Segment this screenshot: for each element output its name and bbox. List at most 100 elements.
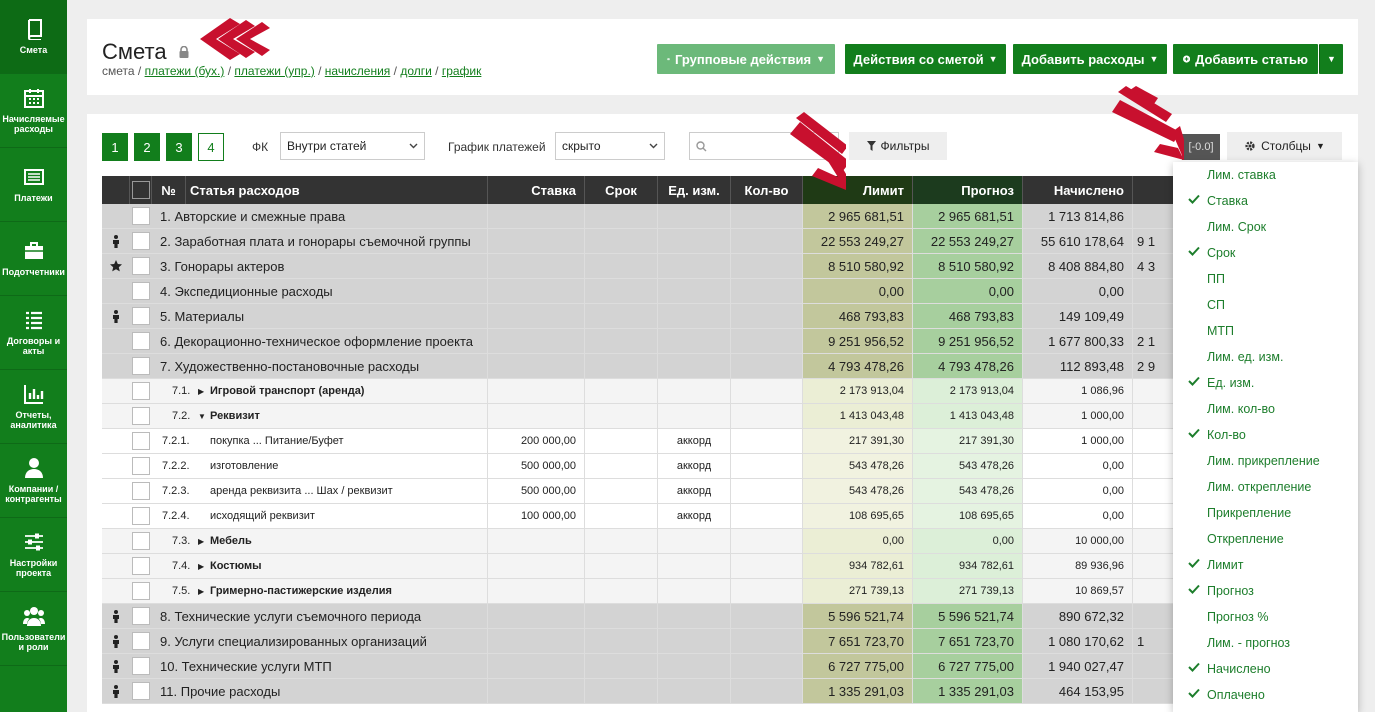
range-badge[interactable]: [-0.0] — [1182, 134, 1220, 160]
row-checkbox[interactable] — [132, 582, 150, 600]
sidebar-item-3[interactable]: Подотчетники — [0, 222, 67, 296]
level-3-button[interactable]: 3 — [166, 133, 192, 161]
level-4-button[interactable]: 4 — [198, 133, 224, 161]
columns-menu-item[interactable]: Открепление — [1173, 526, 1358, 552]
columns-menu-item[interactable]: Оплачено — [1173, 682, 1358, 708]
row-checkbox[interactable] — [132, 532, 150, 550]
row-checkbox[interactable] — [132, 382, 150, 400]
row-checkbox[interactable] — [132, 332, 150, 350]
columns-menu-item[interactable]: МТП — [1173, 318, 1358, 344]
columns-menu-item[interactable]: Прогноз % — [1173, 604, 1358, 630]
sidebar-item-8[interactable]: Пользователи и роли — [0, 592, 67, 666]
schedule-select[interactable]: скрыто — [555, 132, 665, 160]
row-checkbox[interactable] — [132, 657, 150, 675]
row-checkbox[interactable] — [132, 607, 150, 625]
columns-menu-item[interactable]: Лимит — [1173, 552, 1358, 578]
columns-menu-item[interactable]: Срок — [1173, 240, 1358, 266]
table-row[interactable]: 7.2. ▼ Реквизит 1 413 043,48 1 413 043,48 1 0… — [102, 404, 1187, 429]
level-1-button[interactable]: 1 — [102, 133, 128, 161]
row-checkbox[interactable] — [132, 307, 150, 325]
col-unit[interactable]: Ед. изм. — [658, 176, 731, 204]
table-row[interactable]: 7.2.2. изготовление 500 000,00 аккорд 543 47… — [102, 454, 1187, 479]
table-row[interactable]: 5. Материалы 468 793,83 468 793,83 149 109,… — [102, 304, 1187, 329]
table-row[interactable]: 7.2.3. аренда реквизита ... Шах / реквизи… — [102, 479, 1187, 504]
caret-right-icon[interactable]: ▶ — [198, 387, 204, 396]
table-row[interactable]: 7. Художественно-постановочные расходы 4 … — [102, 354, 1187, 379]
columns-menu-item[interactable]: Лим. - прогноз — [1173, 630, 1358, 656]
row-checkbox[interactable] — [132, 232, 150, 250]
fk-select[interactable]: Внутри статей — [280, 132, 425, 160]
table-row[interactable]: 9. Услуги специализированных организаций… — [102, 629, 1187, 654]
row-checkbox[interactable] — [132, 282, 150, 300]
table-row[interactable]: 7.2.1. покупка ... Питание/Буфет 200 000,0… — [102, 429, 1187, 454]
breadcrumb-link-payments-acc[interactable]: платежи (бух.) — [145, 64, 225, 78]
level-2-button[interactable]: 2 — [134, 133, 160, 161]
group-actions-button[interactable]: Групповые действия ▼ — [657, 44, 835, 74]
caret-right-icon[interactable]: ▶ — [198, 587, 204, 596]
sidebar-item-1[interactable]: Начисляемые расходы — [0, 74, 67, 148]
row-checkbox[interactable] — [132, 457, 150, 475]
table-row[interactable]: 7.3. ▶ Мебель 0,00 0,00 10 000,00 — [102, 529, 1187, 554]
caret-right-icon[interactable]: ▶ — [198, 537, 204, 546]
columns-menu-item[interactable]: Прикрепление — [1173, 500, 1358, 526]
col-name[interactable]: Статья расходов — [186, 176, 488, 204]
sidebar-item-5[interactable]: Отчеты, аналитика — [0, 370, 67, 444]
breadcrumb-link-accruals[interactable]: начисления — [325, 64, 391, 78]
row-checkbox[interactable] — [132, 257, 150, 275]
select-all-checkbox[interactable] — [131, 181, 150, 199]
columns-menu-item[interactable]: Лим. ставка — [1173, 162, 1358, 188]
sidebar-item-0[interactable]: Смета — [0, 0, 67, 74]
table-row[interactable]: 4. Экспедиционные расходы 0,00 0,00 0,00 — [102, 279, 1187, 304]
table-row[interactable]: 7.5. ▶ Гримерно-пастижерские изделия 271 73… — [102, 579, 1187, 604]
add-article-dropdown-button[interactable]: ▼ — [1319, 44, 1343, 74]
columns-menu-item[interactable]: Прогноз — [1173, 578, 1358, 604]
table-row[interactable]: 7.2.4. исходящий реквизит 100 000,00 аккорд… — [102, 504, 1187, 529]
table-row[interactable]: 11. Прочие расходы 1 335 291,03 1 335 291,… — [102, 679, 1187, 704]
caret-right-icon[interactable]: ▶ — [198, 562, 204, 571]
columns-menu-item[interactable]: Лим. кол-во — [1173, 396, 1358, 422]
table-row[interactable]: 6. Декорационно-техническое оформление п… — [102, 329, 1187, 354]
row-checkbox[interactable] — [132, 557, 150, 575]
columns-menu-item[interactable]: Начислено — [1173, 656, 1358, 682]
columns-menu-item[interactable]: Лим. ед. изм. — [1173, 344, 1358, 370]
columns-menu-item[interactable]: ПП — [1173, 266, 1358, 292]
breadcrumb-link-debts[interactable]: долги — [400, 64, 432, 78]
columns-button[interactable]: Столбцы ▼ — [1227, 132, 1342, 160]
table-row[interactable]: 7.1. ▶ Игровой транспорт (аренда) 2 173 913… — [102, 379, 1187, 404]
breadcrumb-link-payments-mgmt[interactable]: платежи (упр.) — [234, 64, 314, 78]
columns-menu-item[interactable]: Ед. изм. — [1173, 370, 1358, 396]
table-row[interactable]: 10. Технические услуги МТП 6 727 775,00 6 … — [102, 654, 1187, 679]
sidebar-item-2[interactable]: Платежи — [0, 148, 67, 222]
add-expenses-button[interactable]: Добавить расходы ▼ — [1013, 44, 1167, 74]
columns-menu-item[interactable]: Ставка — [1173, 188, 1358, 214]
sidebar-item-7[interactable]: Настройки проекта — [0, 518, 67, 592]
row-checkbox[interactable] — [132, 632, 150, 650]
table-row[interactable]: 8. Технические услуги съемочного периода… — [102, 604, 1187, 629]
row-checkbox[interactable] — [132, 207, 150, 225]
row-checkbox[interactable] — [132, 482, 150, 500]
caret-down-icon[interactable]: ▼ — [198, 412, 206, 421]
col-term[interactable]: Срок — [585, 176, 658, 204]
breadcrumb-link-schedule[interactable]: график — [442, 64, 482, 78]
row-checkbox[interactable] — [132, 407, 150, 425]
sidebar-item-6[interactable]: Компании / контрагенты — [0, 444, 67, 518]
table-row[interactable]: 2. Заработная плата и гонорары съемочной… — [102, 229, 1187, 254]
table-row[interactable]: 3. Гонорары актеров 8 510 580,92 8 510 580… — [102, 254, 1187, 279]
budget-actions-button[interactable]: Действия со сметой ▼ — [845, 44, 1006, 74]
row-checkbox[interactable] — [132, 432, 150, 450]
col-rate[interactable]: Ставка — [488, 176, 585, 204]
columns-menu-item[interactable]: СП — [1173, 292, 1358, 318]
col-accrued[interactable]: Начислено — [1023, 176, 1133, 204]
columns-menu-item[interactable]: Лим. открепление — [1173, 474, 1358, 500]
col-forecast[interactable]: Прогноз — [913, 176, 1023, 204]
sidebar-item-4[interactable]: Договоры и акты — [0, 296, 67, 370]
add-article-button[interactable]: Добавить статью — [1173, 44, 1318, 74]
row-checkbox[interactable] — [132, 507, 150, 525]
table-row[interactable]: 1. Авторские и смежные права 2 965 681,51… — [102, 204, 1187, 229]
columns-menu-item[interactable]: Лим. Срок — [1173, 214, 1358, 240]
columns-menu-item[interactable]: Лим. прикрепление — [1173, 448, 1358, 474]
row-checkbox[interactable] — [132, 682, 150, 700]
columns-menu-item[interactable]: Кол-во — [1173, 422, 1358, 448]
table-row[interactable]: 7.4. ▶ Костюмы 934 782,61 934 782,61 89 936,9… — [102, 554, 1187, 579]
filters-button[interactable]: Фильтры — [849, 132, 947, 160]
